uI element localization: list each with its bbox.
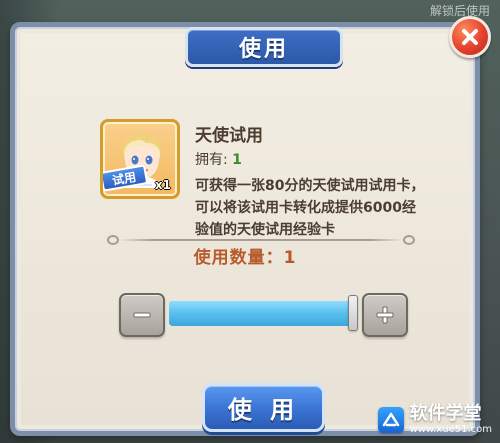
watermark-text: 软件学堂 www.xue51.com xyxy=(410,405,492,435)
background-hint-text: 解锁后使用 xyxy=(429,4,490,18)
close-button[interactable] xyxy=(449,16,491,58)
item-description: 可获得一张80分的天使试用试用卡，可以将该试用卡转化成提供6000经验值的天使试… xyxy=(195,178,425,238)
watermark-url: www.xue51.com xyxy=(409,424,492,435)
item-count-badge: x1 xyxy=(154,178,171,192)
quantity-label: 使用数量：1 xyxy=(193,248,297,268)
use-button[interactable]: 使 用 xyxy=(202,383,325,432)
slider-fill xyxy=(169,301,357,326)
dialog-title: 使用 xyxy=(238,37,289,62)
item-icon-card: 试用 x1 xyxy=(100,119,180,199)
owned-label: 拥有: xyxy=(195,152,228,168)
brand-logo-icon xyxy=(377,407,404,433)
close-x-icon xyxy=(462,29,478,45)
brand-mark-icon xyxy=(382,412,399,427)
dialog-title-plate: 使用 xyxy=(185,27,343,67)
watermark-name: 软件学堂 xyxy=(409,403,482,424)
quantity-slider[interactable] xyxy=(169,301,357,326)
minus-icon xyxy=(133,312,151,318)
increase-button[interactable] xyxy=(362,293,408,337)
owned-value: 1 xyxy=(232,152,242,168)
plus-icon xyxy=(376,306,394,324)
site-watermark: 软件学堂 www.xue51.com xyxy=(377,405,492,435)
game-screen: 解锁后使用 使用 试用 x1 天使试用 拥有: 1 可获得一张80分的天使试用试… xyxy=(0,0,500,443)
use-button-label: 使 用 xyxy=(227,396,300,424)
item-name: 天使试用 xyxy=(195,126,263,146)
slider-handle[interactable] xyxy=(348,295,358,331)
owned-row: 拥有: 1 xyxy=(195,149,242,169)
decrease-button[interactable] xyxy=(119,293,165,337)
use-item-dialog: 使用 试用 x1 天使试用 拥有: 1 可获得一张80分的天使试用试用卡，可以将… xyxy=(10,22,480,436)
